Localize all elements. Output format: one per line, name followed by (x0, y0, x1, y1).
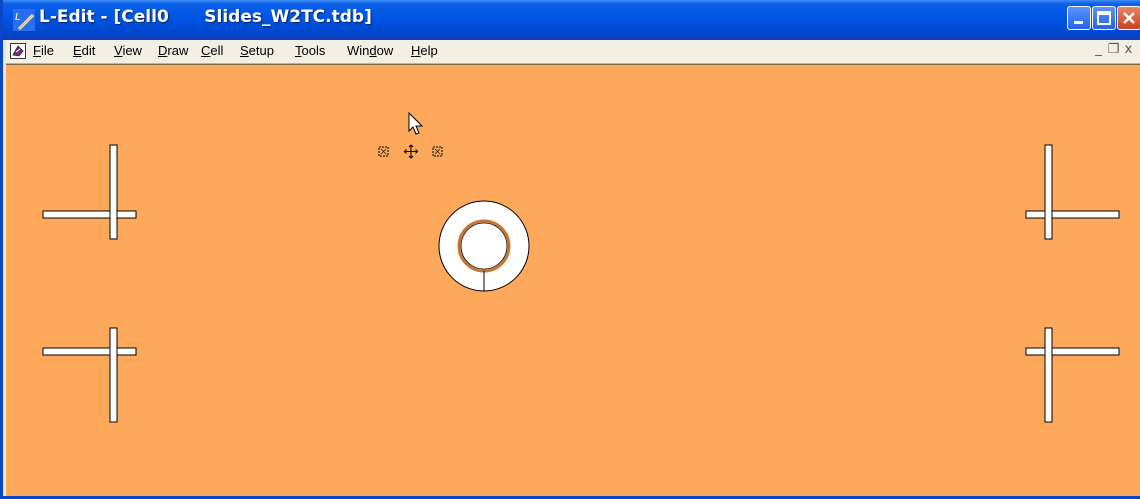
menu-edit[interactable]: Edit (73, 43, 95, 58)
alignment-mark-bottom-left[interactable] (42, 327, 137, 423)
menu-cell[interactable]: Cell (201, 43, 223, 58)
menu-draw[interactable]: Draw (158, 43, 188, 58)
title-bar[interactable]: L L-Edit - [Cell0 Slides_W2TC.tdb] (3, 0, 1140, 40)
mdi-restore-button[interactable]: ❐ (1106, 42, 1121, 57)
application-window: L L-Edit - [Cell0 Slides_W2TC.tdb] File … (0, 0, 1140, 499)
l-edit-app-icon[interactable]: L (13, 9, 35, 31)
menu-setup[interactable]: Setup (240, 43, 274, 58)
ring-structure[interactable] (438, 200, 530, 292)
close-button[interactable] (1117, 6, 1140, 30)
minimize-button[interactable] (1067, 6, 1091, 30)
alignment-mark-top-right[interactable] (1025, 144, 1120, 240)
move-handles-icon[interactable] (378, 144, 443, 159)
mouse-pointer-icon (408, 111, 424, 135)
menu-bar: File Edit View Draw Cell Setup Tools Win… (6, 40, 1140, 64)
alignment-mark-bottom-right[interactable] (1025, 327, 1120, 423)
menu-file[interactable]: File (33, 43, 54, 58)
layout-canvas[interactable] (6, 64, 1140, 496)
maximize-icon (1097, 11, 1111, 25)
menu-help[interactable]: Help (411, 43, 438, 58)
mdi-minimize-button[interactable]: _ (1091, 42, 1106, 57)
window-title: L-Edit - [Cell0 Slides_W2TC.tdb] (39, 7, 372, 27)
menu-view[interactable]: View (114, 43, 142, 58)
maximize-button[interactable] (1092, 6, 1116, 30)
close-icon (1123, 12, 1135, 24)
menu-window[interactable]: Window (347, 43, 393, 58)
document-cell-icon[interactable] (10, 43, 26, 59)
mdi-controls: _ ❐ x (1091, 42, 1136, 57)
svg-text:L: L (15, 12, 21, 23)
layout-drawing (42, 111, 1120, 423)
menu-tools[interactable]: Tools (295, 43, 325, 58)
mdi-close-button[interactable]: x (1121, 42, 1136, 57)
minimize-icon (1074, 21, 1083, 24)
alignment-mark-top-left[interactable] (42, 144, 137, 240)
